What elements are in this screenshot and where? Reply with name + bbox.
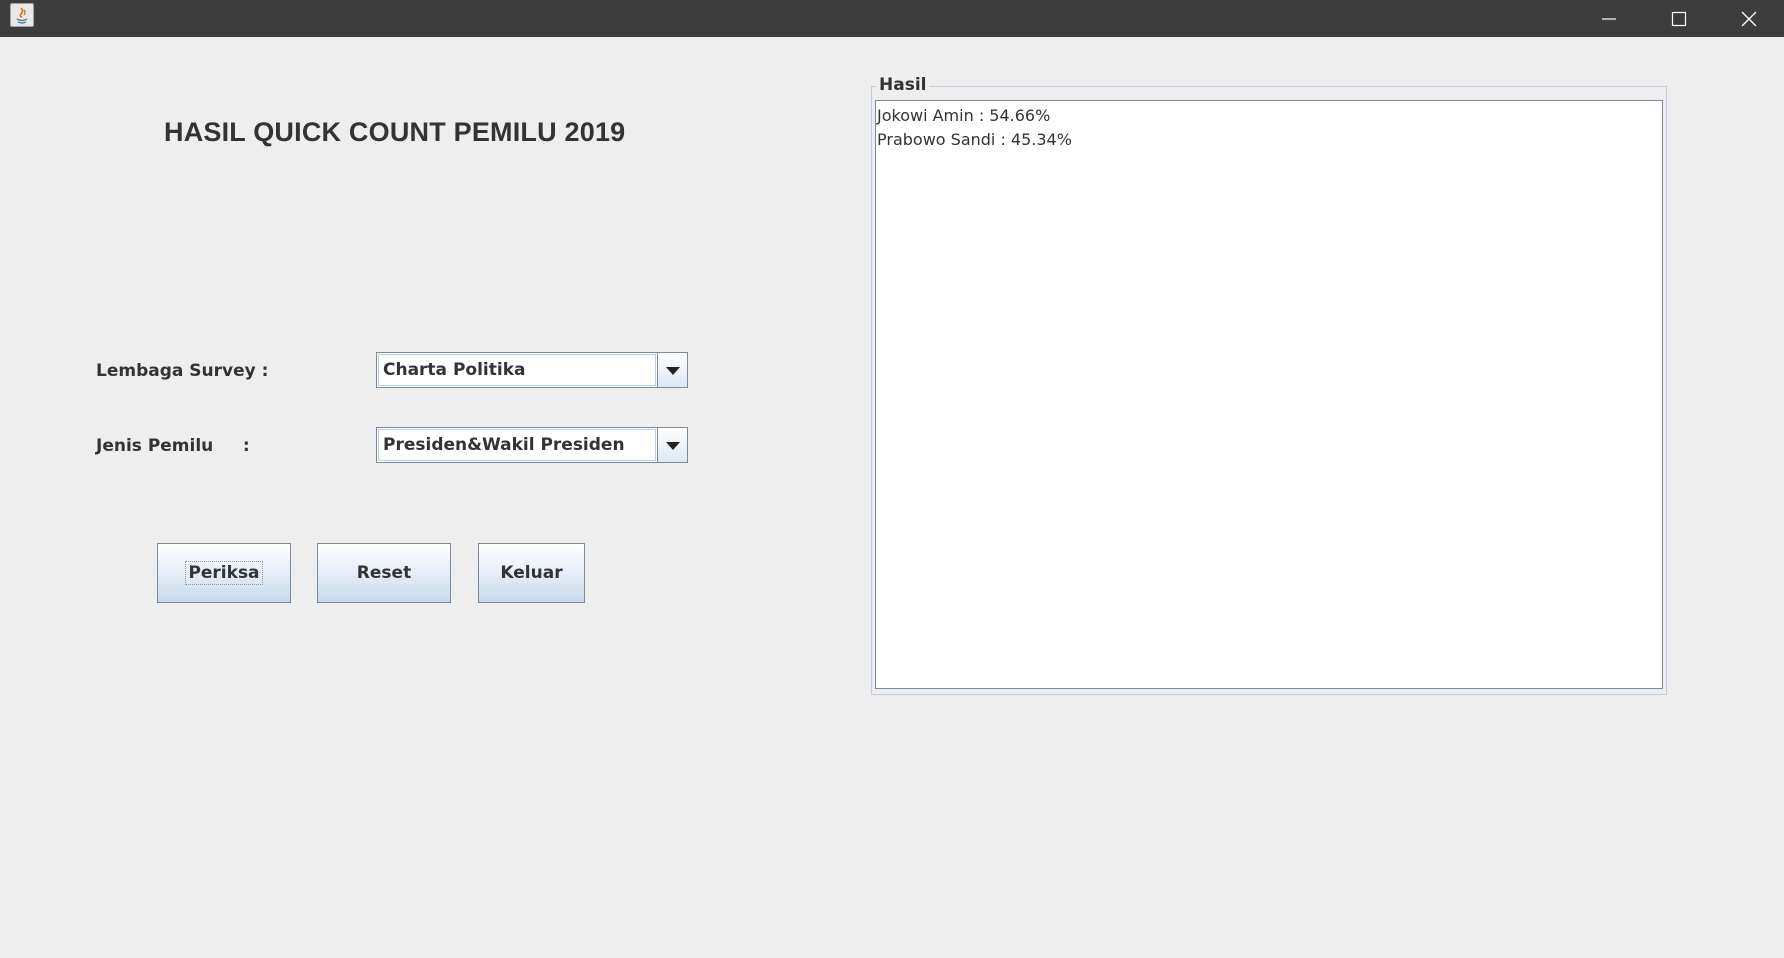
window-titlebar: [0, 0, 1784, 37]
keluar-button-label: Keluar: [500, 563, 563, 583]
lembaga-survey-select[interactable]: Charta Politika: [376, 352, 688, 388]
keluar-button[interactable]: Keluar: [478, 543, 585, 603]
chevron-down-icon: [665, 436, 680, 455]
page-title: HASIL QUICK COUNT PEMILU 2019: [164, 117, 626, 147]
close-icon: [1741, 11, 1757, 27]
jenis-pemilu-select[interactable]: Presiden&Wakil Presiden: [376, 427, 688, 463]
periksa-button-label: Periksa: [185, 561, 263, 585]
jenis-pemilu-label: Jenis Pemilu :: [96, 436, 250, 456]
reset-button-label: Reset: [356, 563, 412, 583]
chevron-down-icon: [665, 361, 680, 380]
maximize-button[interactable]: [1644, 0, 1714, 37]
periksa-button[interactable]: Periksa: [157, 543, 291, 603]
result-line: Prabowo Sandi : 45.34%: [877, 130, 1072, 149]
minimize-button[interactable]: [1574, 0, 1644, 37]
result-line: Jokowi Amin : 54.66%: [877, 106, 1051, 125]
hasil-legend: Hasil: [876, 75, 930, 95]
jenis-pemilu-value: Presiden&Wakil Presiden: [378, 429, 656, 461]
minimize-icon: [1601, 11, 1617, 27]
hasil-group: Hasil Jokowi Amin : 54.66% Prabowo Sandi…: [871, 75, 1667, 695]
lembaga-survey-label: Lembaga Survey :: [96, 361, 269, 381]
jenis-pemilu-dropdown-button[interactable]: [657, 428, 687, 462]
close-button[interactable]: [1714, 0, 1784, 37]
lembaga-survey-dropdown-button[interactable]: [657, 353, 687, 387]
hasil-text-area[interactable]: Jokowi Amin : 54.66% Prabowo Sandi : 45.…: [875, 100, 1663, 689]
java-app-icon: [10, 3, 34, 27]
reset-button[interactable]: Reset: [317, 543, 451, 603]
main-panel: HASIL QUICK COUNT PEMILU 2019 Lembaga Su…: [0, 37, 1784, 958]
lembaga-survey-value: Charta Politika: [378, 354, 656, 386]
maximize-icon: [1671, 11, 1687, 27]
